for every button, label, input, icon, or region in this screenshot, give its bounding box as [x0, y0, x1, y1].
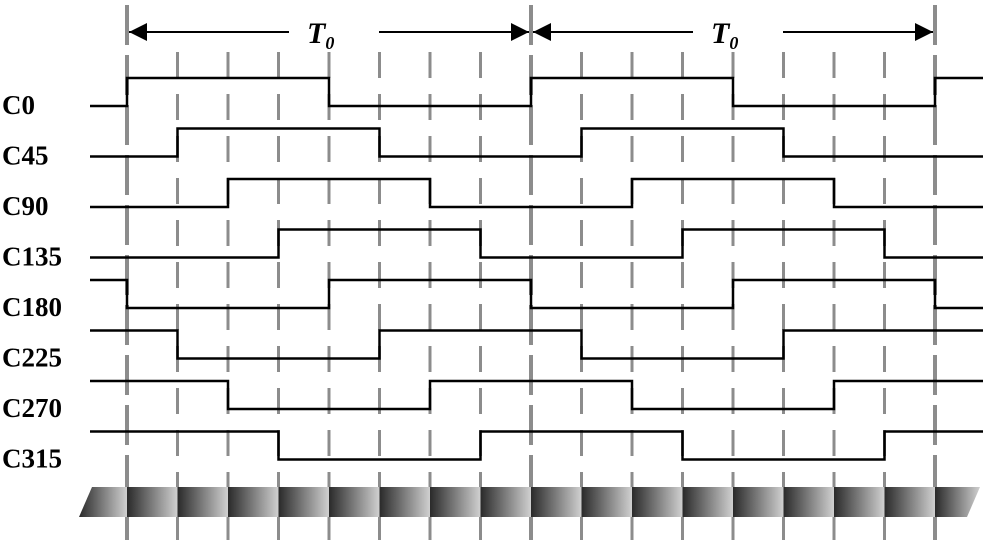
ramp-segment: [127, 487, 178, 517]
signal-label-c0: C0: [2, 90, 35, 120]
period-label: T0: [307, 17, 334, 53]
signal-label-c270: C270: [2, 393, 62, 423]
ramp-segment: [581, 487, 632, 517]
signal-label-c45: C45: [2, 141, 49, 171]
signal-labels: C0 C45 C90 C135 C180 C225 C270 C315: [2, 90, 62, 474]
signal-trace-c270: [90, 379, 983, 411]
signal-trace-c135: [90, 228, 983, 259]
signal-label-c225: C225: [2, 343, 62, 373]
period-label: T0: [711, 17, 738, 53]
ramp-segment: [733, 487, 784, 517]
signal-label-c180: C180: [2, 292, 62, 322]
signal-label-c315: C315: [2, 444, 62, 474]
signals: [90, 76, 983, 461]
signal-trace-c225: [90, 329, 983, 360]
signal-label-c90: C90: [2, 191, 49, 221]
timing-diagram: T0 T0 C0 C45 C90 C135 C180 C225 C270 C315: [2, 5, 983, 540]
ramp-segment: [531, 487, 582, 517]
ramp-segment: [177, 487, 228, 517]
signal-trace-c180: [90, 278, 983, 310]
ramp-segment: [632, 487, 683, 517]
ramp-segment: [682, 487, 733, 517]
ramp-segment: [884, 487, 935, 517]
ramp-segment: [79, 487, 127, 517]
ramp-segment: [430, 487, 481, 517]
ramp-segment: [783, 487, 834, 517]
signal-trace-c315: [90, 430, 983, 461]
signal-trace-c45: [90, 127, 983, 158]
signal-trace-c0: [90, 76, 983, 108]
ramp-segment: [935, 487, 980, 517]
signal-label-c135: C135: [2, 242, 62, 272]
ramp-bar: [79, 487, 980, 517]
ramp-segment: [329, 487, 380, 517]
ramp-segment: [834, 487, 885, 517]
ramp-segment: [228, 487, 279, 517]
ramp-segment: [480, 487, 531, 517]
signal-trace-c90: [90, 177, 983, 209]
ramp-segment: [379, 487, 430, 517]
ramp-segment: [278, 487, 329, 517]
